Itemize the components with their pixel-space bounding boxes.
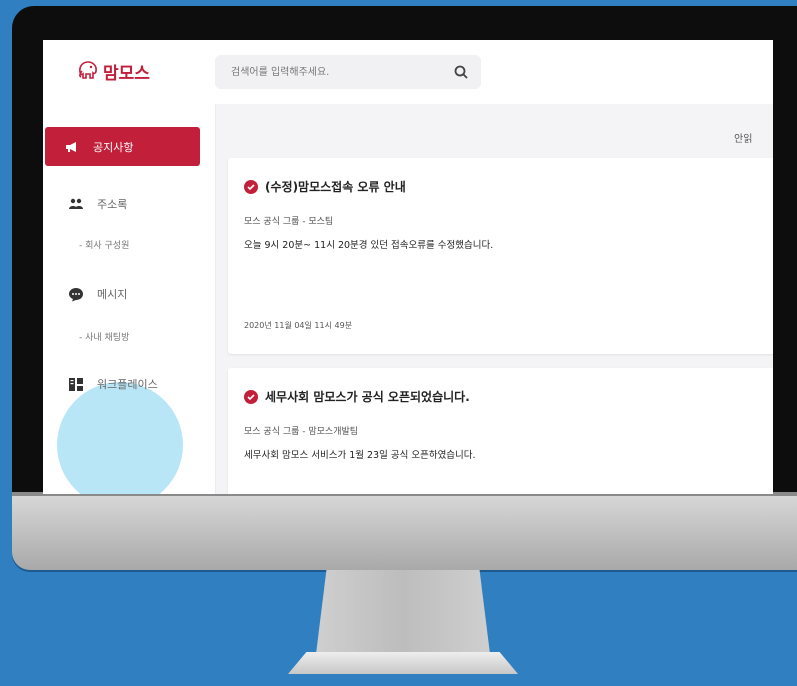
notice-group: 모스 공식 그룹 - 모스팀 bbox=[244, 217, 334, 227]
screen: 맘모스 공지사항 주소록 - 회사 구성원 메시 bbox=[43, 40, 773, 494]
search-bar bbox=[215, 55, 481, 89]
sidebar-item-label: 메시지 bbox=[97, 288, 128, 301]
chat-icon bbox=[67, 287, 85, 302]
monitor-stand-neck bbox=[316, 570, 490, 654]
sidebar-item-label: 워크플레이스 bbox=[97, 378, 158, 391]
sidebar: 공지사항 주소록 - 회사 구성원 메시지 - 사내 채팅방 워크플레이스 bbox=[43, 104, 215, 494]
notice-card[interactable]: (수정)맘모스접속 오류 안내 모스 공식 그룹 - 모스팀 오늘 9시 20분… bbox=[228, 158, 773, 354]
sidebar-item-workplace[interactable]: 워크플레이스 bbox=[67, 376, 158, 392]
search-input[interactable] bbox=[229, 65, 447, 79]
unread-filter[interactable]: 안읽 bbox=[734, 130, 752, 145]
sidebar-item-label: 공지사항 bbox=[93, 140, 134, 154]
sidebar-item-notices[interactable]: 공지사항 bbox=[45, 127, 200, 166]
sidebar-subitem-chatroom[interactable]: - 사내 채팅방 bbox=[79, 330, 129, 343]
notice-group: 모스 공식 그룹 - 맘모스개발팀 bbox=[244, 427, 359, 437]
megaphone-icon bbox=[63, 141, 81, 153]
check-circle-icon bbox=[244, 389, 258, 404]
notice-title: (수정)맘모스접속 오류 안내 bbox=[244, 178, 406, 195]
sidebar-item-messages[interactable]: 메시지 bbox=[67, 286, 127, 302]
search-icon[interactable] bbox=[447, 58, 475, 86]
sidebar-item-label: 주소록 bbox=[97, 198, 128, 211]
notice-title: 세무사회 맘모스가 공식 오픈되었습니다. bbox=[244, 388, 470, 405]
sidebar-subitem-members[interactable]: - 회사 구성원 bbox=[79, 238, 129, 251]
check-circle-icon bbox=[244, 179, 258, 194]
sidebar-item-address-book[interactable]: 주소록 bbox=[67, 196, 127, 212]
notice-title-text: 세무사회 맘모스가 공식 오픈되었습니다. bbox=[265, 390, 470, 404]
notice-body: 오늘 9시 20분~ 11시 20분경 있던 접속오류를 수정했습니다. bbox=[244, 240, 494, 251]
monitor-stand-base bbox=[288, 652, 518, 674]
notice-title-text: (수정)맘모스접속 오류 안내 bbox=[265, 180, 406, 194]
highlight-bubble bbox=[57, 382, 183, 494]
logo-text: 맘모스 bbox=[103, 64, 150, 84]
logo[interactable]: 맘모스 bbox=[77, 59, 150, 84]
monitor-chin bbox=[12, 492, 797, 570]
mammoth-logo-icon bbox=[77, 60, 99, 84]
notice-date: 2020년 11월 04일 11시 49분 bbox=[244, 321, 353, 330]
notice-list: 안읽 (수정)맘모스접속 오류 안내 모스 공식 그룹 - 모스팀 오늘 9시 … bbox=[215, 104, 773, 494]
people-icon bbox=[67, 198, 85, 210]
workplace-icon bbox=[67, 377, 85, 392]
notice-body: 세무사회 맘모스 서비스가 1월 23일 공식 오픈하였습니다. bbox=[244, 450, 476, 461]
notice-card[interactable]: 세무사회 맘모스가 공식 오픈되었습니다. 모스 공식 그룹 - 맘모스개발팀 … bbox=[228, 368, 773, 494]
top-bar: 맘모스 bbox=[43, 40, 773, 105]
